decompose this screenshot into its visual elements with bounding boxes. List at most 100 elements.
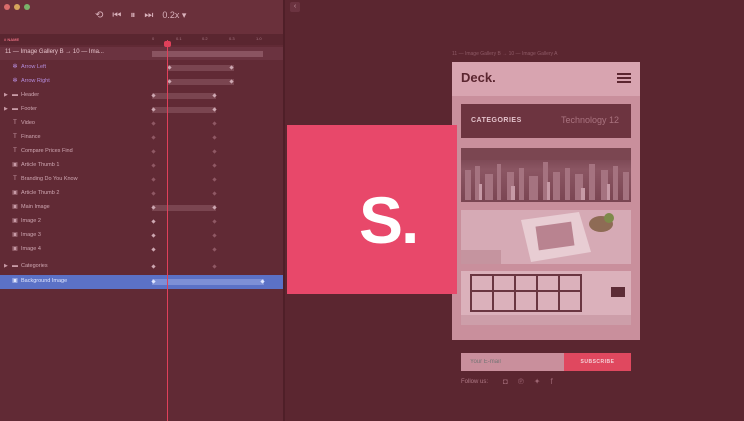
layer-row-compare-prices[interactable]: T Compare Prices Find <box>0 145 283 159</box>
layer-row-categories[interactable]: ▶ ▬ Categories <box>0 260 283 274</box>
titlebar: ⟲ ⏮ ⏸ ⏭ 0.2x ▾ <box>0 0 283 34</box>
keyframe-bar[interactable] <box>152 279 264 285</box>
layer-label: Article Thumb 2 <box>21 190 60 196</box>
layer-row-image-2[interactable]: ▣ Image 2 <box>0 215 283 229</box>
minimize-window-button[interactable] <box>14 4 20 10</box>
speed-select[interactable]: 0.2x ▾ <box>162 10 186 21</box>
disclosure-arrow-icon[interactable]: ▶ <box>4 92 8 98</box>
newsletter-form: SUBSCRIBE <box>461 353 631 371</box>
tick-label: 0.1 <box>176 36 182 41</box>
layer-label: Categories <box>21 263 48 269</box>
playhead[interactable] <box>167 40 168 421</box>
breadcrumb: 11 — Image Gallery B → 10 — Image Galler… <box>452 51 558 57</box>
forward-icon[interactable]: ⏭ <box>144 10 153 21</box>
keyframe[interactable] <box>151 177 156 182</box>
keyframe[interactable] <box>151 219 156 224</box>
folder-icon: ▬ <box>12 106 18 112</box>
pinterest-icon[interactable]: ℗ <box>518 377 524 386</box>
gear-icon: ✻ <box>12 78 18 84</box>
keyframe[interactable] <box>151 191 156 196</box>
layer-row-header[interactable]: ▶ ▬ Header <box>0 89 283 103</box>
gear-icon: ✻ <box>12 64 18 70</box>
keyframe[interactable] <box>151 163 156 168</box>
time-ruler[interactable]: # NAME 0 0.1 0.2 0.3 1.0 <box>0 34 283 45</box>
keyframe[interactable] <box>212 247 217 252</box>
instagram-icon[interactable]: ◘ <box>503 377 508 386</box>
artboard-preview[interactable]: Deck. CATEGORIES Technology 12 <box>452 62 640 340</box>
twitter-icon[interactable]: ✦ <box>534 377 541 386</box>
keyframe-bar[interactable] <box>152 205 216 211</box>
text-icon: T <box>13 134 17 140</box>
layer-row-video[interactable]: T Video <box>0 117 283 131</box>
layer-row-main-image[interactable]: ▣ Main Image <box>0 201 283 215</box>
subscribe-button[interactable]: SUBSCRIBE <box>564 353 631 371</box>
sequence-bar[interactable] <box>152 51 263 57</box>
facebook-icon[interactable]: f <box>550 377 552 386</box>
city-photo <box>461 148 631 202</box>
layer-row-background-image[interactable]: ▣ Background Image <box>0 275 283 289</box>
loop-icon[interactable]: ⟲ <box>95 10 103 21</box>
layer-label: Arrow Left <box>21 64 47 70</box>
timeline-panel: ⟲ ⏮ ⏸ ⏭ 0.2x ▾ # NAME 0 0.1 0.2 0.3 1.0 … <box>0 0 283 421</box>
tick-label: 0.2 <box>202 36 208 41</box>
keyframe[interactable] <box>151 135 156 140</box>
speed-value: 0.2x <box>162 10 180 20</box>
layer-row-article-thumb-1[interactable]: ▣ Article Thumb 1 <box>0 159 283 173</box>
text-icon: T <box>13 120 17 126</box>
keyframe[interactable] <box>212 149 217 154</box>
layer-label: Header <box>21 92 40 98</box>
keyframe-bar[interactable] <box>152 93 216 99</box>
layer-label: Footer <box>21 106 37 112</box>
keyframe[interactable] <box>151 121 156 126</box>
ruler-label: # NAME <box>4 37 20 42</box>
desk-photo <box>461 210 631 264</box>
layer-label: Article Thumb 1 <box>21 162 60 168</box>
keyframe[interactable] <box>212 191 217 196</box>
layer-label: Arrow Right <box>21 78 50 84</box>
keyframe[interactable] <box>212 135 217 140</box>
keyframe-bar[interactable] <box>152 107 216 113</box>
panel-divider[interactable] <box>283 0 285 421</box>
keyframe[interactable] <box>212 264 217 269</box>
keyframe[interactable] <box>212 177 217 182</box>
disclosure-arrow-icon[interactable]: ▶ <box>4 106 8 112</box>
sequence-title: 11 — Image Gallery B → 10 — Ima... <box>5 49 104 55</box>
keyframe[interactable] <box>212 163 217 168</box>
keyframe[interactable] <box>212 233 217 238</box>
layer-row-footer[interactable]: ▶ ▬ Footer <box>0 103 283 117</box>
keyframe[interactable] <box>151 233 156 238</box>
close-window-button[interactable] <box>4 4 10 10</box>
rewind-icon[interactable]: ⏮ <box>112 10 121 21</box>
zoom-window-button[interactable] <box>24 4 30 10</box>
keyframe[interactable] <box>151 264 156 269</box>
hamburger-menu-icon[interactable] <box>617 73 631 83</box>
layer-row-image-3[interactable]: ▣ Image 3 <box>0 229 283 243</box>
social-links: ◘ ℗ ✦ f <box>503 377 553 386</box>
sequence-row[interactable]: 11 — Image Gallery B → 10 — Ima... <box>0 47 283 60</box>
image-icon: ▣ <box>12 190 18 196</box>
disclosure-arrow-icon[interactable]: ▶ <box>4 263 8 269</box>
layer-label: Background Image <box>21 278 68 284</box>
layer-row-branding[interactable]: T Branding Do You Know <box>0 173 283 187</box>
category-value: Technology 12 <box>560 115 619 125</box>
layer-label: Image 4 <box>21 246 41 252</box>
layer-row-arrow-left[interactable]: ✻ Arrow Left <box>0 61 283 75</box>
tick-label: 1.0 <box>256 36 262 41</box>
keyframe[interactable] <box>151 149 156 154</box>
folder-icon: ▬ <box>12 263 18 269</box>
categories-bar[interactable]: CATEGORIES Technology 12 <box>461 104 631 138</box>
layer-row-arrow-right[interactable]: ✻ Arrow Right <box>0 75 283 89</box>
site-logo: Deck. <box>461 70 496 85</box>
pause-icon[interactable]: ⏸ <box>130 10 135 21</box>
keyframe-bar[interactable] <box>168 79 234 85</box>
keyframe[interactable] <box>212 121 217 126</box>
layer-row-article-thumb-2[interactable]: ▣ Article Thumb 2 <box>0 187 283 201</box>
keyframe[interactable] <box>212 219 217 224</box>
keyframe[interactable] <box>151 247 156 252</box>
collapse-panel-button[interactable]: ‹ <box>290 2 300 12</box>
email-field[interactable] <box>461 353 564 371</box>
layer-label: Image 2 <box>21 218 41 224</box>
layer-row-finance[interactable]: T Finance <box>0 131 283 145</box>
keyframe-bar[interactable] <box>168 65 234 71</box>
layer-row-image-4[interactable]: ▣ Image 4 <box>0 243 283 257</box>
